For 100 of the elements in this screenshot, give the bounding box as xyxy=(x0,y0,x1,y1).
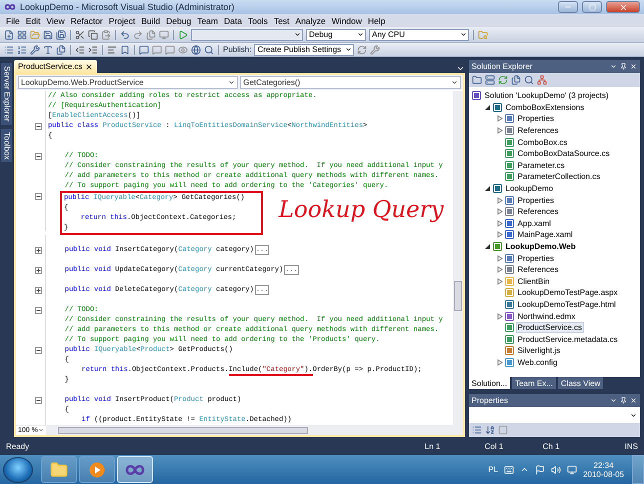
expand-icon[interactable] xyxy=(34,286,42,294)
undo-icon[interactable] xyxy=(120,30,130,40)
search-icon[interactable] xyxy=(204,44,214,54)
outdent-icon[interactable] xyxy=(75,44,85,54)
configuration-dropdown[interactable]: Debug xyxy=(306,28,366,40)
side-tab[interactable]: Server Explorer xyxy=(1,63,12,125)
close-button[interactable] xyxy=(606,1,640,13)
tree-item[interactable]: LookupDemoTestPage.aspx xyxy=(516,287,620,298)
diagram-icon[interactable] xyxy=(536,75,547,85)
sort-icon[interactable] xyxy=(484,425,495,435)
tree-item[interactable]: Web.config xyxy=(516,356,560,368)
side-tab[interactable]: Toolbox xyxy=(1,128,12,162)
menu-item[interactable]: Project xyxy=(106,16,138,26)
globe-icon[interactable] xyxy=(191,44,201,54)
menu-item[interactable]: Edit xyxy=(22,16,44,26)
tree-item[interactable]: ComboBoxDataSource.cs xyxy=(516,148,612,160)
speaker-icon[interactable] xyxy=(551,464,562,474)
tree-item[interactable]: ComboBox.cs xyxy=(516,136,570,148)
menu-item[interactable]: Window xyxy=(328,16,365,26)
tree-item[interactable]: Properties xyxy=(516,113,556,124)
tree-item[interactable]: Northwind.edmx xyxy=(516,310,578,322)
redo-icon[interactable] xyxy=(133,30,143,40)
files-icon[interactable] xyxy=(510,75,521,85)
comment-icon[interactable] xyxy=(152,44,162,54)
tree-item[interactable]: References xyxy=(516,264,560,276)
maximize-button[interactable] xyxy=(582,1,602,13)
collapse-icon[interactable] xyxy=(34,306,42,314)
list-icon[interactable] xyxy=(4,44,14,54)
class-dropdown[interactable]: LookupDemo.Web.ProductService xyxy=(18,76,238,89)
member-dropdown[interactable]: GetCategories() xyxy=(240,76,461,89)
publish-dropdown[interactable]: Create Publish Settings xyxy=(254,44,354,56)
menu-item[interactable]: View xyxy=(43,16,68,26)
files-icon[interactable] xyxy=(146,30,156,40)
keyboard-icon[interactable] xyxy=(504,464,514,474)
menu-item[interactable]: Help xyxy=(364,16,388,26)
platform-dropdown[interactable]: Any CPU xyxy=(369,28,469,40)
tree-item[interactable]: Silverlight.js xyxy=(516,345,562,356)
vertical-scrollbar[interactable] xyxy=(452,91,463,425)
collapse-icon[interactable] xyxy=(34,122,42,130)
tree-item[interactable]: Parameter.cs xyxy=(516,160,567,171)
tree-item[interactable]: LookupDemo xyxy=(504,183,556,194)
panel-tab[interactable]: Class View xyxy=(558,377,604,389)
expand-icon[interactable] xyxy=(34,246,42,254)
panel-tab[interactable]: Team Ex... xyxy=(512,377,556,389)
tree-item[interactable]: References xyxy=(516,206,560,218)
tree-item[interactable]: ProductService.metadata.cs xyxy=(516,334,620,345)
close-icon[interactable] xyxy=(630,63,637,70)
play-icon[interactable] xyxy=(178,30,188,40)
copy-icon[interactable] xyxy=(88,30,98,40)
files-icon[interactable] xyxy=(56,44,66,54)
taskbar-app[interactable] xyxy=(41,456,77,483)
tree-item[interactable]: References xyxy=(516,125,560,136)
bookmark-icon[interactable] xyxy=(120,44,130,54)
language-indicator[interactable]: PL xyxy=(488,465,498,474)
collapse-icon[interactable] xyxy=(34,346,42,354)
menu-item[interactable]: Data xyxy=(221,16,245,26)
tree-item[interactable]: ProductService.cs xyxy=(516,322,584,334)
ordered-list-icon[interactable] xyxy=(17,44,27,54)
clock[interactable]: 22:34 2010-08-05 xyxy=(583,460,624,478)
menu-item[interactable]: Refactor xyxy=(68,16,106,26)
comment-icon[interactable] xyxy=(165,44,175,54)
tree-item[interactable]: ParameterCollection.cs xyxy=(516,171,602,182)
menu-item[interactable]: Team xyxy=(194,16,221,26)
server-icon[interactable] xyxy=(484,75,495,85)
taskbar-app[interactable] xyxy=(79,456,115,483)
menu-item[interactable]: Debug xyxy=(163,16,194,26)
pin-icon[interactable] xyxy=(620,397,627,404)
text-icon[interactable] xyxy=(43,44,53,54)
tree-item[interactable]: Properties xyxy=(516,252,556,264)
menu-item[interactable]: Tools xyxy=(244,16,271,26)
wrench-icon[interactable] xyxy=(30,44,40,54)
paste-icon[interactable] xyxy=(101,30,111,40)
tree-item[interactable]: Properties xyxy=(516,194,556,206)
document-tab[interactable]: ProductService.cs xyxy=(14,60,98,73)
tree-item[interactable]: LookupDemoTestPage.html xyxy=(516,298,618,310)
menu-item[interactable]: File xyxy=(3,16,23,26)
comment-icon[interactable] xyxy=(139,44,149,54)
tree-item[interactable]: App.xaml xyxy=(516,218,553,229)
menu-item[interactable]: Analyze xyxy=(292,16,329,26)
collapse-icon[interactable] xyxy=(34,192,42,200)
chevron-up-icon[interactable] xyxy=(520,465,530,474)
expand-icon[interactable] xyxy=(34,266,42,274)
flag-icon[interactable] xyxy=(535,464,546,474)
save-icon[interactable] xyxy=(43,30,53,40)
collapse-icon[interactable] xyxy=(34,396,42,404)
expander-icon[interactable] xyxy=(484,104,491,111)
tree-item[interactable]: ComboBoxExtensions xyxy=(504,102,586,113)
tree-item[interactable]: MainPage.xaml xyxy=(516,229,575,240)
tree-item[interactable]: LookupDemo.Web xyxy=(504,241,578,252)
tree-item[interactable]: Solution 'LookupDemo' (3 projects) xyxy=(482,90,611,102)
collapse-icon[interactable] xyxy=(34,152,42,160)
refresh-icon[interactable] xyxy=(357,44,368,54)
menu-item[interactable]: Test xyxy=(270,16,292,26)
eye-icon[interactable] xyxy=(178,44,188,54)
file-plus-icon[interactable] xyxy=(4,30,14,40)
cut-icon[interactable] xyxy=(75,30,85,40)
tree-item[interactable]: ClientBin xyxy=(516,276,552,287)
search-icon[interactable] xyxy=(524,75,534,85)
grid-icon[interactable] xyxy=(17,30,27,40)
panel-tab[interactable]: Solution... xyxy=(468,377,510,389)
